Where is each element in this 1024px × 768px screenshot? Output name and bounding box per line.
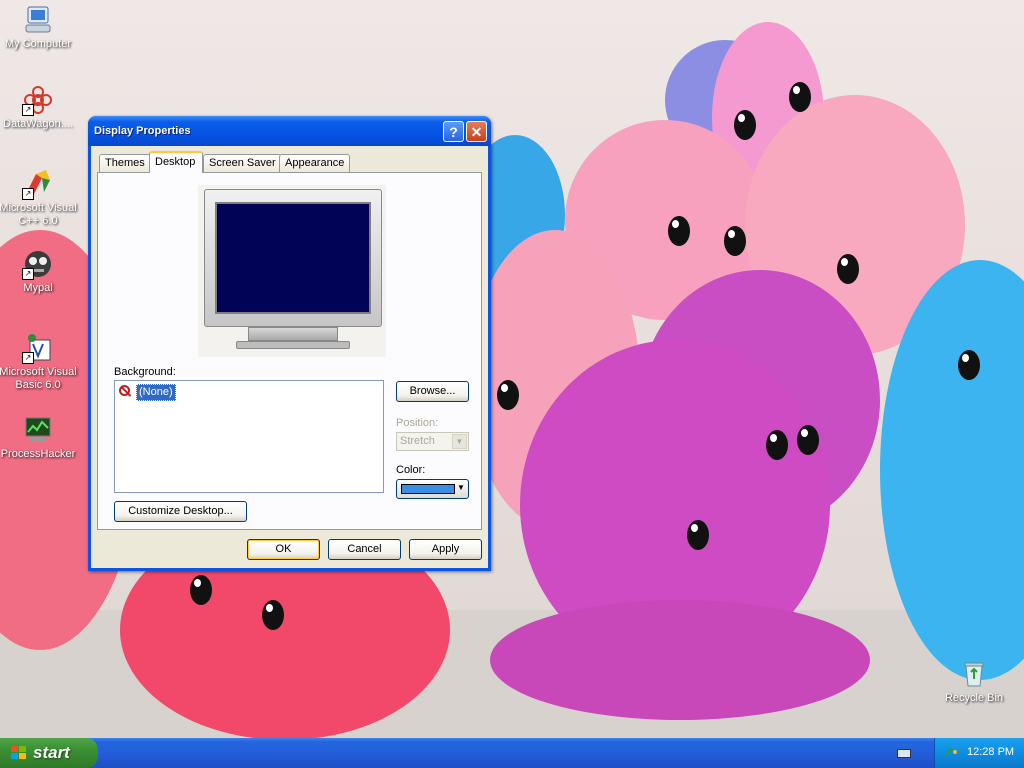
- wallpaper-eye: [797, 425, 819, 455]
- monitor-icon: [204, 189, 382, 327]
- wallpaper-eye: [668, 216, 690, 246]
- list-item-label: (None): [136, 384, 176, 401]
- wallpaper-eye: [190, 575, 212, 605]
- tab-screen-saver[interactable]: Screen Saver: [203, 154, 282, 172]
- recycle-bin-icon: [958, 658, 990, 690]
- desktop-icon-visual-basic[interactable]: ↗ Microsoft Visual Basic 6.0: [0, 332, 78, 392]
- desktop-icon-datawagon[interactable]: ↗ DataWagon....: [0, 84, 78, 131]
- windows-flag-icon: [11, 746, 27, 761]
- chevron-down-icon: ▼: [452, 434, 467, 449]
- shortcut-arrow-icon: ↗: [22, 104, 34, 116]
- window-title: Display Properties: [94, 125, 191, 137]
- system-tray: 12:28 PM: [934, 738, 1024, 768]
- close-button[interactable]: ✕: [466, 121, 487, 142]
- computer-icon: [22, 4, 54, 36]
- desktop-tab-panel: Background: (None) Browse... Position: S…: [97, 172, 482, 530]
- desktop-icon-label: Mypal: [23, 282, 53, 294]
- desktop-icon-mypal[interactable]: ↗ Mypal: [0, 248, 78, 295]
- ok-button[interactable]: OK: [247, 539, 320, 560]
- start-label: start: [33, 743, 70, 762]
- visual-cpp-icon: ↗: [22, 168, 54, 200]
- no-entry-icon: [119, 385, 130, 396]
- position-label: Position:: [396, 417, 439, 429]
- desktop-icon-label: Microsoft Visual C++ 6.0: [0, 202, 77, 227]
- shortcut-arrow-icon: ↗: [22, 352, 34, 364]
- window-client-area: Themes Desktop Screen Saver Appearance B…: [91, 146, 488, 568]
- desktop-icon-label: My Computer: [4, 38, 72, 50]
- processhacker-icon: [22, 414, 54, 446]
- color-swatch: [401, 484, 455, 494]
- wallpaper-eye: [958, 350, 980, 380]
- desktop-icon-processhacker[interactable]: ProcessHacker: [0, 414, 78, 461]
- color-picker-button[interactable]: ▼: [396, 479, 469, 499]
- tab-themes[interactable]: Themes: [99, 154, 151, 172]
- monitor-base: [236, 341, 350, 349]
- desktop-icon-label: DataWagon....: [3, 118, 73, 130]
- wallpaper-eye: [497, 380, 519, 410]
- background-list[interactable]: (None): [114, 380, 384, 493]
- cancel-button[interactable]: Cancel: [328, 539, 401, 560]
- monitor-stand: [248, 327, 338, 341]
- desktop-icon-label: Microsoft Visual Basic 6.0: [0, 366, 77, 391]
- window-titlebar[interactable]: Display Properties ? ✕: [88, 116, 491, 146]
- flower-icon: ↗: [22, 84, 54, 116]
- help-button[interactable]: ?: [443, 121, 464, 142]
- wallpaper-magenta-tentacles: [490, 600, 870, 720]
- wallpaper-eye: [789, 82, 811, 112]
- tab-desktop[interactable]: Desktop: [149, 151, 203, 173]
- monitor-screen: [215, 202, 371, 314]
- taskbar: start 12:28 PM: [0, 738, 1024, 768]
- display-properties-window: Display Properties ? ✕ Themes Desktop Sc…: [88, 116, 491, 571]
- tab-appearance[interactable]: Appearance: [279, 154, 351, 172]
- wallpaper-eye: [734, 110, 756, 140]
- wallpaper-eye: [837, 254, 859, 284]
- wallpaper-eye: [766, 430, 788, 460]
- browse-button[interactable]: Browse...: [396, 381, 469, 402]
- position-select[interactable]: Stretch ▼: [396, 432, 469, 451]
- clock[interactable]: 12:28 PM: [967, 746, 1014, 758]
- desktop-icon-my-computer[interactable]: My Computer: [0, 4, 78, 51]
- wallpaper-eye: [687, 520, 709, 550]
- visual-basic-icon: ↗: [22, 332, 54, 364]
- wallpaper-eye: [724, 226, 746, 256]
- shortcut-arrow-icon: ↗: [22, 188, 34, 200]
- desktop-icon-recycle-bin[interactable]: Recycle Bin: [934, 658, 1014, 705]
- apply-button[interactable]: Apply: [409, 539, 482, 560]
- network-icon[interactable]: [944, 746, 957, 759]
- mypal-icon: ↗: [22, 248, 54, 280]
- chevron-down-icon: ▼: [457, 483, 465, 492]
- desktop-icon-label: ProcessHacker: [0, 448, 76, 460]
- desktop-icon-label: Recycle Bin: [944, 692, 1004, 704]
- desktop-icon-visual-cpp[interactable]: ↗ Microsoft Visual C++ 6.0: [0, 168, 78, 228]
- position-value: Stretch: [400, 435, 435, 447]
- wallpaper-eye: [262, 600, 284, 630]
- color-label: Color:: [396, 464, 426, 476]
- monitor-preview: [198, 185, 386, 357]
- customize-desktop-button[interactable]: Customize Desktop...: [114, 501, 247, 522]
- shortcut-arrow-icon: ↗: [22, 268, 34, 280]
- keyboard-icon[interactable]: [897, 749, 911, 758]
- background-label: Background:: [114, 366, 176, 378]
- start-button[interactable]: start: [0, 738, 98, 768]
